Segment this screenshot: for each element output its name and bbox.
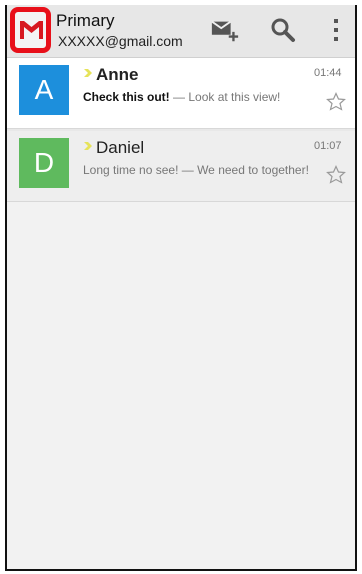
compose-button[interactable] — [210, 15, 240, 45]
conversation-row[interactable]: A Anne Check this out! — Look at this vi… — [7, 58, 355, 129]
star-outline-icon[interactable] — [326, 92, 346, 112]
conversation-list: A Anne Check this out! — Look at this vi… — [7, 58, 355, 202]
search-icon — [271, 18, 295, 42]
gmail-screen: Primary XXXXX@gmail.com A Anne Check thi… — [5, 5, 357, 571]
account-email[interactable]: XXXXX@gmail.com — [58, 33, 183, 49]
action-bar: Primary XXXXX@gmail.com — [7, 5, 355, 58]
star-outline-icon[interactable] — [326, 165, 346, 185]
sender-name-line: Anne — [83, 65, 139, 85]
compose-mail-icon — [211, 20, 239, 42]
sender-name: Daniel — [96, 138, 145, 157]
gmail-logo-button[interactable] — [10, 7, 51, 53]
sender-name: Anne — [96, 65, 139, 84]
sender-avatar[interactable]: D — [19, 138, 69, 188]
message-snippet: — We need to together! — [178, 163, 309, 177]
sender-name-line: Daniel — [83, 138, 144, 158]
conversation-row[interactable]: D Daniel Long time no see! — We need to … — [7, 131, 355, 202]
search-button[interactable] — [268, 15, 298, 45]
importance-marker-icon — [84, 142, 92, 150]
overflow-menu-button[interactable] — [321, 15, 351, 45]
overflow-menu-icon — [334, 19, 338, 41]
message-subject: Check this out! — [83, 90, 170, 104]
message-preview: Long time no see! — We need to together! — [83, 162, 329, 178]
message-snippet: — Look at this view! — [169, 90, 281, 104]
message-time: 01:44 — [314, 67, 342, 79]
gmail-logo-icon — [20, 21, 43, 39]
importance-marker-icon — [84, 69, 92, 77]
message-subject: Long time no see! — [83, 163, 179, 177]
sender-avatar[interactable]: A — [19, 65, 69, 115]
message-preview: Check this out! — Look at this view! — [83, 89, 329, 105]
mailbox-title[interactable]: Primary — [56, 11, 115, 31]
message-time: 01:07 — [314, 140, 342, 152]
